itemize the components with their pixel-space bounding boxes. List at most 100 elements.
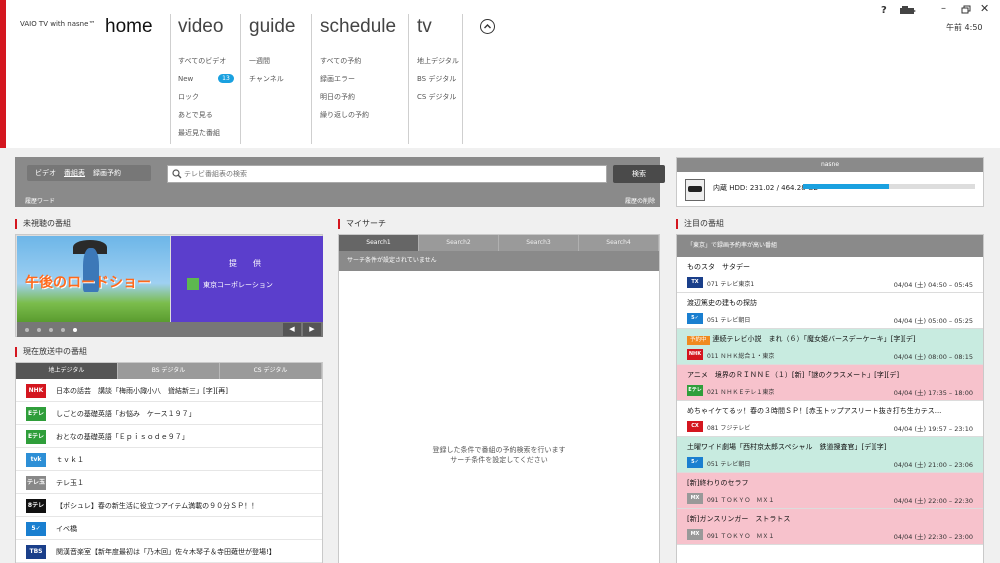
nav-guide-channel[interactable]: チャンネル (249, 74, 296, 92)
carousel-dot[interactable] (49, 328, 53, 332)
featured-row[interactable]: 渡辺篤史の建もの探訪 5✓ 051 テレビ朝日 04/04 (土) 05:00 – 0… (677, 293, 983, 329)
featured-airtime: 04/04 (土) 22:00 – 22:30 (893, 497, 973, 505)
nav-tv: tv 地上デジタル BS デジタル CS デジタル (417, 14, 459, 144)
featured-channel: 091 ＴＯＫＹＯ ＭＸ１ (707, 533, 775, 540)
featured-title-line: アニメ 境界のＲＩＮＮＥ（１）[新]「謎のクラスメート」[字][デ] (687, 370, 979, 380)
nav-tv-link[interactable]: tv (417, 14, 459, 44)
nav-tv-cs[interactable]: CS デジタル (417, 92, 459, 110)
program-thumbnail[interactable]: 午後のロードショー (17, 236, 170, 322)
channel-logo: Eテレ (26, 407, 46, 421)
carousel-dot-active[interactable] (73, 328, 77, 332)
featured-row[interactable]: [新]ガンスリンガー ストラトス MX 091 ＴＯＫＹＯ ＭＸ１ 04/04 (土)… (677, 509, 983, 545)
channel-logo: 5✓ (26, 522, 46, 536)
scope-tab-guide[interactable]: 番組表 (64, 168, 85, 178)
delete-history-link[interactable]: 履歴の削除 (625, 196, 655, 205)
carousel-prev-button[interactable]: ◀ (283, 323, 301, 336)
tab-search4[interactable]: Search4 (579, 235, 659, 251)
history-words-label[interactable]: 履歴ワード (25, 196, 55, 205)
onair-row[interactable]: Eテレ おとなの基礎英語「Ｅｐｉｓｏｄｅ９７」 (16, 426, 322, 448)
featured-program-title: ものスタ サタデー (687, 263, 750, 271)
collapse-nav-button[interactable] (480, 19, 495, 34)
carousel-dot[interactable] (37, 328, 41, 332)
tab-bs[interactable]: BS デジタル (118, 363, 220, 379)
tab-search2[interactable]: Search2 (419, 235, 499, 251)
featured-airtime: 04/04 (土) 05:00 – 05:25 (893, 317, 973, 325)
tab-search1[interactable]: Search1 (339, 235, 419, 251)
channel-logo: TBS (26, 545, 46, 559)
channel-logo: NHK (687, 349, 703, 360)
featured-title-line: 土曜ワイド劇場「西村京太郎スペシャル 鉄道捜査官」[デ][字] (687, 442, 979, 452)
app-title: VAIO TV with nasne™ (20, 20, 96, 28)
minimize-button[interactable]: – (941, 3, 946, 14)
nav-video-new-label: New (178, 75, 194, 83)
channel-logo: Eテレ (687, 385, 703, 396)
program-title: テレ玉１ (56, 479, 84, 487)
nav-home: home (105, 14, 153, 144)
featured-channel: 091 ＴＯＫＹＯ ＭＸ１ (707, 497, 775, 504)
featured-program-title: めちゃイケてるッ！春の３時間ＳＰ！[赤玉トップアスリート抜き打ち生カテス... (687, 407, 942, 415)
nasne-device-icon (685, 179, 705, 201)
featured-title-line: 渡辺篤史の建もの探訪 (687, 298, 979, 308)
featured-row[interactable]: 予約中 連続テレビ小説 まれ（６）「魔女姫バースデーケーキ」[字][デ] NHK 01… (677, 329, 983, 365)
featured-airtime: 04/04 (土) 22:30 – 23:00 (893, 533, 973, 541)
onair-row[interactable]: tvk ｔｖｋ１ (16, 449, 322, 471)
tab-search3[interactable]: Search3 (499, 235, 579, 251)
search-input[interactable] (184, 168, 604, 180)
nav-video-link[interactable]: video (178, 14, 226, 44)
onair-row[interactable]: TBS 関漢音楽室【新年度最初は「乃木回」佐々木琴子＆寺田薙世が登場!】 (16, 541, 322, 563)
search-condition-status: サーチ条件が設定されていません (339, 251, 659, 271)
nav-schedule-errors[interactable]: 録画エラー (320, 74, 396, 92)
onair-panel: 地上デジタル BS デジタル CS デジタル NHK 日本の話芸 講談「梅雨小諏小… (15, 362, 323, 563)
tab-terrestrial[interactable]: 地上デジタル (16, 363, 118, 379)
nav-schedule-link[interactable]: schedule (320, 14, 396, 44)
help-icon[interactable]: ? (881, 5, 887, 16)
featured-row[interactable]: [新]終わりのセラフ MX 091 ＴＯＫＹＯ ＭＸ１ 04/04 (土) 22:00… (677, 473, 983, 509)
channel-logo: TX (687, 277, 703, 288)
restore-button[interactable] (961, 5, 971, 14)
nav-schedule-repeat[interactable]: 繰り返しの予約 (320, 110, 396, 128)
nav-home-link[interactable]: home (105, 14, 153, 44)
nasne-storage-panel: nasne 内蔵 HDD: 231.02 / 464.28 GB (676, 157, 984, 207)
featured-row[interactable]: 土曜ワイド劇場「西村京太郎スペシャル 鉄道捜査官」[デ][字] 5✓ 051 テレビ… (677, 437, 983, 473)
onair-row[interactable]: 8テレ 【ポシュレ】春の新生活に役立つアイテム満載の９０分ＳＰ！！ (16, 495, 322, 517)
carousel-next-button[interactable]: ▶ (303, 323, 321, 336)
featured-panel: 「東京」で録画予約率が高い番組 ものスタ サタデー TX 071 テレビ東京1 04/… (676, 234, 984, 563)
onair-row[interactable]: テレ玉 テレ玉１ (16, 472, 322, 494)
featured-program-title: 土曜ワイド劇場「西村京太郎スペシャル 鉄道捜査官」[デ][字] (687, 443, 887, 451)
featured-row[interactable]: アニメ 境界のＲＩＮＮＥ（１）[新]「謎のクラスメート」[字][デ] Eテレ 021… (677, 365, 983, 401)
nasne-device-icon[interactable] (899, 6, 917, 15)
mysearch-panel: Search1 Search2 Search3 Search4 サーチ条件が設定… (338, 234, 660, 563)
nav-guide-link[interactable]: guide (249, 14, 296, 44)
close-button[interactable]: ✕ (980, 2, 989, 15)
unwatched-carousel: 午後のロードショー 提 供 東京コーポレーション ◀ ▶ (15, 234, 323, 337)
nav-video-new[interactable]: New 13 (178, 74, 234, 92)
nav-video-all[interactable]: すべてのビデオ (178, 56, 226, 74)
featured-row[interactable]: ものスタ サタデー TX 071 テレビ東京1 04/04 (土) 04:50 – 0… (677, 257, 983, 293)
nav-video-recent[interactable]: 最近見た番組 (178, 128, 226, 146)
scope-tab-video[interactable]: ビデオ (35, 168, 56, 178)
featured-section-title: 注目の番組 (676, 219, 724, 229)
onair-row[interactable]: NHK 日本の話芸 講談「梅雨小諏小八 聳結新三」[字][再] (16, 380, 322, 402)
thumbnail-title: 午後のロードショー (25, 275, 151, 291)
onair-row[interactable]: Eテレ しごとの基礎英語「お悩み ケース１９７」 (16, 403, 322, 425)
scope-tab-schedule[interactable]: 録画予約 (93, 168, 121, 178)
tab-cs[interactable]: CS デジタル (220, 363, 322, 379)
program-title: イベ橋 (56, 525, 77, 533)
nav-video-lock[interactable]: ロック (178, 92, 226, 110)
nav-guide-week[interactable]: 一週間 (249, 56, 296, 74)
carousel-dot[interactable] (61, 328, 65, 332)
featured-header: 「東京」で録画予約率が高い番組 (677, 235, 983, 257)
unwatched-section-title: 未視聴の番組 (15, 219, 71, 229)
nav-video-later[interactable]: あとで見る (178, 110, 226, 128)
nav-schedule-all[interactable]: すべての予約 (320, 56, 396, 74)
carousel-dot[interactable] (25, 328, 29, 332)
new-count-badge: 13 (218, 74, 234, 83)
search-button[interactable]: 検索 (613, 165, 665, 183)
featured-row[interactable]: めちゃイケてるッ！春の３時間ＳＰ！[赤玉トップアスリート抜き打ち生カテス... C… (677, 401, 983, 437)
nav-tv-bs[interactable]: BS デジタル (417, 74, 459, 92)
nav-schedule-tomorrow[interactable]: 明日の予約 (320, 92, 396, 110)
featured-title-line: [新]終わりのセラフ (687, 478, 979, 488)
nav-tv-terrestrial[interactable]: 地上デジタル (417, 56, 459, 74)
program-title: しごとの基礎英語「お悩み ケース１９７」 (56, 410, 196, 418)
onair-row[interactable]: 5✓ イベ橋 (16, 518, 322, 540)
